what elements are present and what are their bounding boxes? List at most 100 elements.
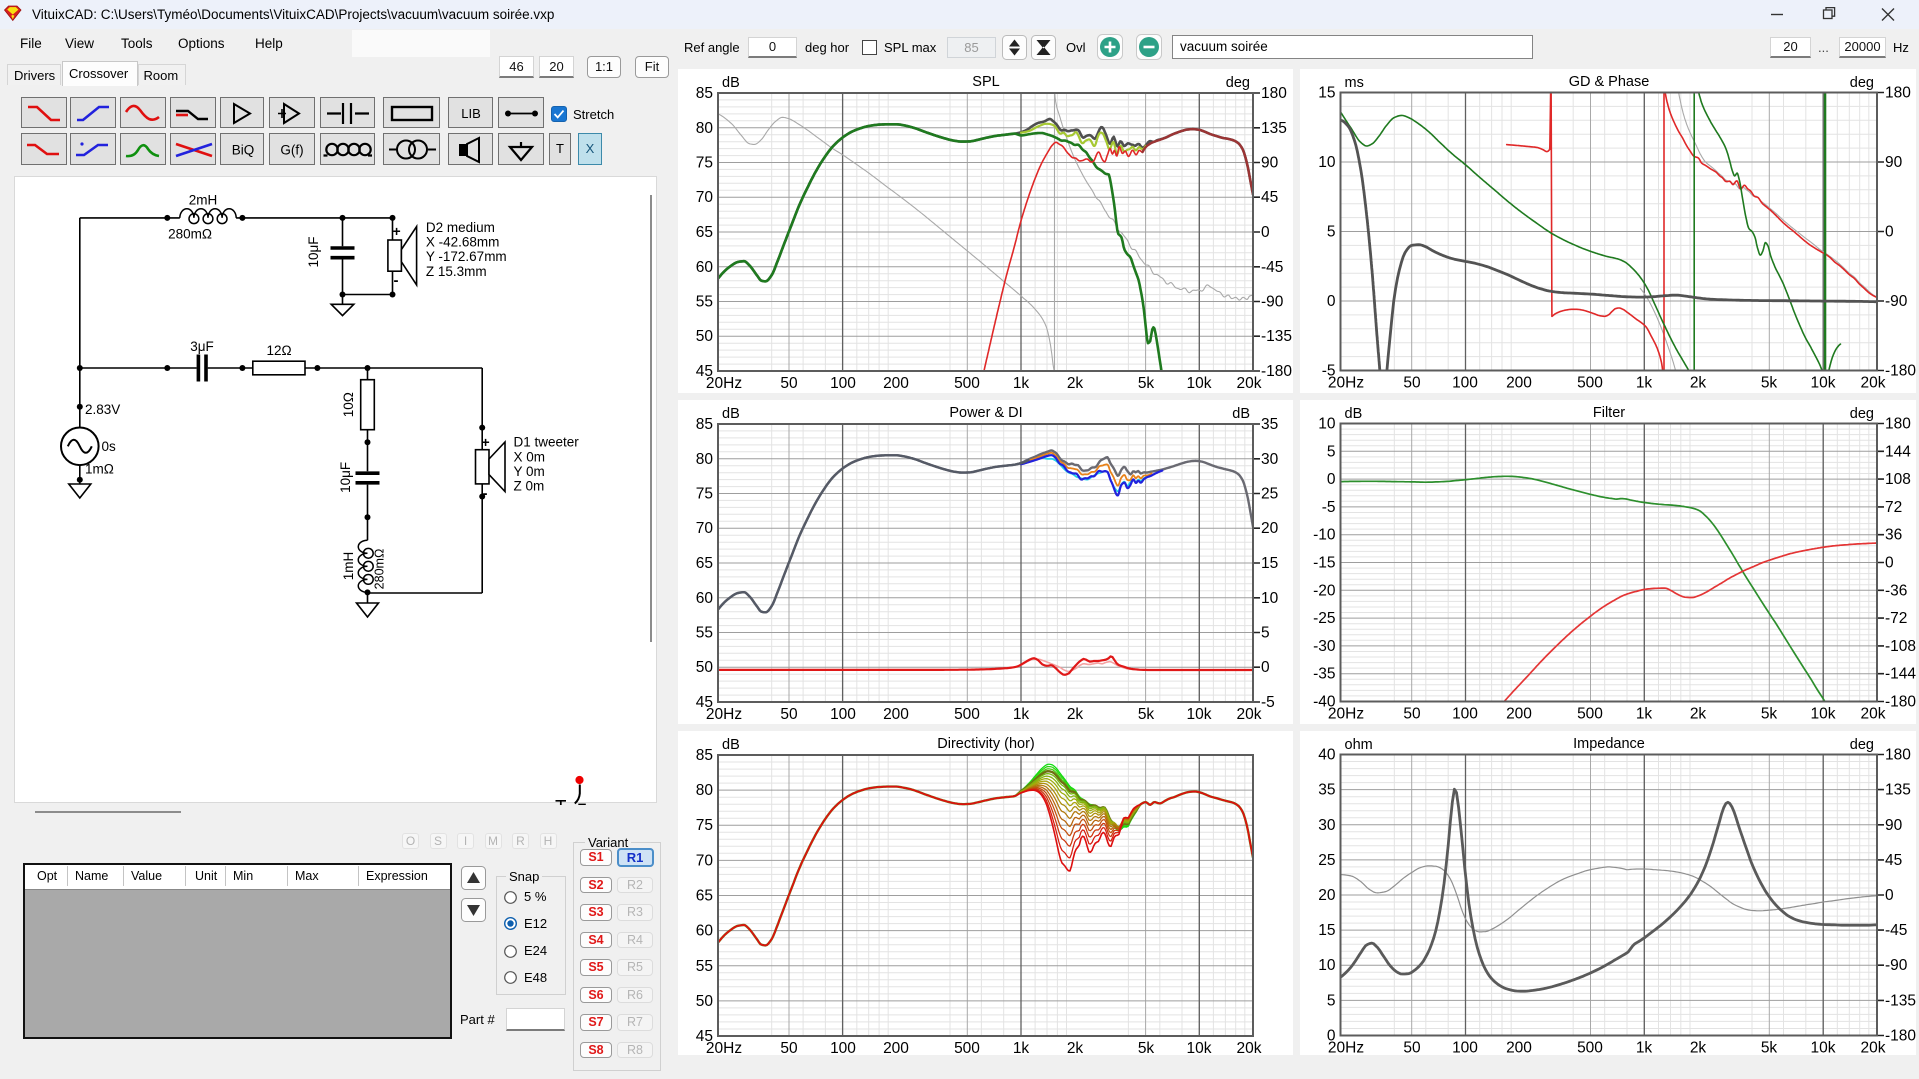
svg-text:0s: 0s — [102, 439, 117, 454]
svg-text:200: 200 — [883, 706, 909, 723]
svg-text:5: 5 — [1327, 992, 1336, 1009]
svg-text:72: 72 — [1885, 499, 1902, 516]
svg-text:+: + — [393, 222, 401, 238]
svg-text:35: 35 — [1318, 782, 1335, 799]
svg-text:-135: -135 — [1261, 328, 1292, 345]
svg-text:90: 90 — [1885, 817, 1903, 834]
svg-text:180: 180 — [1885, 416, 1911, 433]
svg-text:1k: 1k — [1636, 375, 1653, 392]
svg-text:20Hz: 20Hz — [1328, 1040, 1364, 1056]
svg-text:-180: -180 — [1261, 363, 1292, 380]
svg-text:108: 108 — [1885, 471, 1911, 488]
svg-text:0: 0 — [1885, 887, 1894, 904]
svg-text:100: 100 — [1452, 1040, 1478, 1056]
svg-text:2k: 2k — [1690, 375, 1707, 392]
svg-text:5k: 5k — [1138, 1040, 1155, 1055]
svg-text:50: 50 — [1403, 375, 1421, 392]
svg-text:55: 55 — [696, 294, 713, 311]
svg-text:2k: 2k — [1067, 706, 1084, 723]
svg-text:-36: -36 — [1885, 582, 1907, 599]
svg-text:100: 100 — [1452, 375, 1478, 392]
svg-text:0: 0 — [1327, 293, 1336, 310]
svg-text:1k: 1k — [1013, 375, 1030, 392]
svg-text:100: 100 — [1452, 706, 1478, 723]
svg-text:50: 50 — [780, 706, 798, 723]
svg-text:50: 50 — [780, 1040, 798, 1055]
svg-text:-25: -25 — [1313, 610, 1335, 627]
svg-text:ohm: ohm — [1345, 737, 1373, 753]
svg-text:D2 medium: D2 medium — [426, 220, 495, 235]
svg-text:0: 0 — [1261, 659, 1270, 676]
svg-text:20k: 20k — [1237, 1040, 1262, 1055]
svg-text:Z 15.3mm: Z 15.3mm — [426, 263, 487, 278]
svg-text:15: 15 — [1318, 922, 1335, 939]
svg-text:25: 25 — [1318, 852, 1335, 869]
svg-text:50: 50 — [780, 375, 798, 392]
svg-text:200: 200 — [883, 375, 909, 392]
svg-text:-135: -135 — [1885, 992, 1916, 1009]
svg-text:144: 144 — [1885, 443, 1911, 460]
svg-text:25: 25 — [1261, 486, 1278, 503]
svg-text:50: 50 — [1403, 706, 1421, 723]
svg-text:Impedance: Impedance — [1573, 736, 1645, 752]
svg-text:-5: -5 — [1261, 694, 1275, 711]
svg-text:50: 50 — [696, 993, 714, 1010]
svg-text:36: 36 — [1885, 527, 1902, 544]
svg-text:dB: dB — [722, 406, 740, 422]
svg-text:1mΩ: 1mΩ — [85, 461, 114, 476]
svg-text:1k: 1k — [1636, 1040, 1653, 1056]
svg-text:55: 55 — [696, 625, 713, 642]
svg-text:50: 50 — [1403, 1040, 1421, 1056]
svg-text:5k: 5k — [1761, 706, 1778, 723]
svg-text:180: 180 — [1885, 85, 1911, 102]
svg-text:15: 15 — [1261, 555, 1278, 572]
svg-text:20Hz: 20Hz — [706, 706, 742, 723]
svg-text:1k: 1k — [1013, 706, 1030, 723]
svg-text:-45: -45 — [1885, 922, 1907, 939]
svg-text:50: 50 — [696, 328, 714, 345]
svg-text:70: 70 — [696, 520, 714, 537]
svg-text:5k: 5k — [1138, 706, 1155, 723]
svg-text:20Hz: 20Hz — [706, 375, 742, 392]
svg-text:-72: -72 — [1885, 610, 1907, 627]
svg-text:10Ω: 10Ω — [341, 392, 356, 417]
svg-text:-180: -180 — [1885, 694, 1916, 711]
svg-text:12Ω: 12Ω — [266, 343, 291, 358]
svg-text:X 0m: X 0m — [514, 449, 546, 464]
svg-text:20Hz: 20Hz — [1328, 375, 1364, 392]
svg-text:100: 100 — [830, 375, 856, 392]
svg-text:30: 30 — [1318, 817, 1336, 834]
svg-text:2k: 2k — [1067, 375, 1084, 392]
svg-text:BiQ: BiQ — [231, 143, 254, 158]
svg-text:0: 0 — [1261, 224, 1270, 241]
svg-text:Directivity (hor): Directivity (hor) — [937, 736, 1034, 752]
svg-text:0: 0 — [1327, 471, 1336, 488]
svg-text:5: 5 — [1327, 224, 1336, 241]
svg-text:500: 500 — [1577, 1040, 1603, 1056]
svg-text:Power & DI: Power & DI — [949, 405, 1022, 421]
svg-text:280mΩ: 280mΩ — [373, 548, 387, 589]
svg-text:20k: 20k — [1861, 375, 1886, 392]
svg-text:deg: deg — [1850, 737, 1874, 753]
svg-text:0: 0 — [1885, 555, 1894, 572]
svg-text:200: 200 — [883, 1040, 909, 1055]
svg-text:70: 70 — [696, 852, 714, 869]
svg-text:-10: -10 — [1313, 527, 1336, 544]
svg-text:35: 35 — [1261, 416, 1278, 433]
svg-text:500: 500 — [954, 1040, 980, 1055]
svg-text:60: 60 — [696, 590, 714, 607]
svg-text:500: 500 — [954, 706, 980, 723]
svg-text:-144: -144 — [1885, 666, 1916, 683]
svg-text:2mH: 2mH — [189, 192, 218, 207]
svg-text:10k: 10k — [1187, 1040, 1212, 1055]
svg-text:-35: -35 — [1313, 666, 1335, 683]
svg-text:100: 100 — [830, 1040, 856, 1055]
svg-text:G(f): G(f) — [280, 143, 303, 158]
svg-text:dB: dB — [722, 75, 740, 91]
svg-text:dB: dB — [1345, 406, 1363, 422]
svg-text:60: 60 — [696, 259, 714, 276]
svg-text:1k: 1k — [1636, 706, 1653, 723]
svg-text:75: 75 — [696, 155, 713, 172]
svg-text:20Hz: 20Hz — [706, 1040, 742, 1055]
svg-text:55: 55 — [696, 958, 713, 975]
